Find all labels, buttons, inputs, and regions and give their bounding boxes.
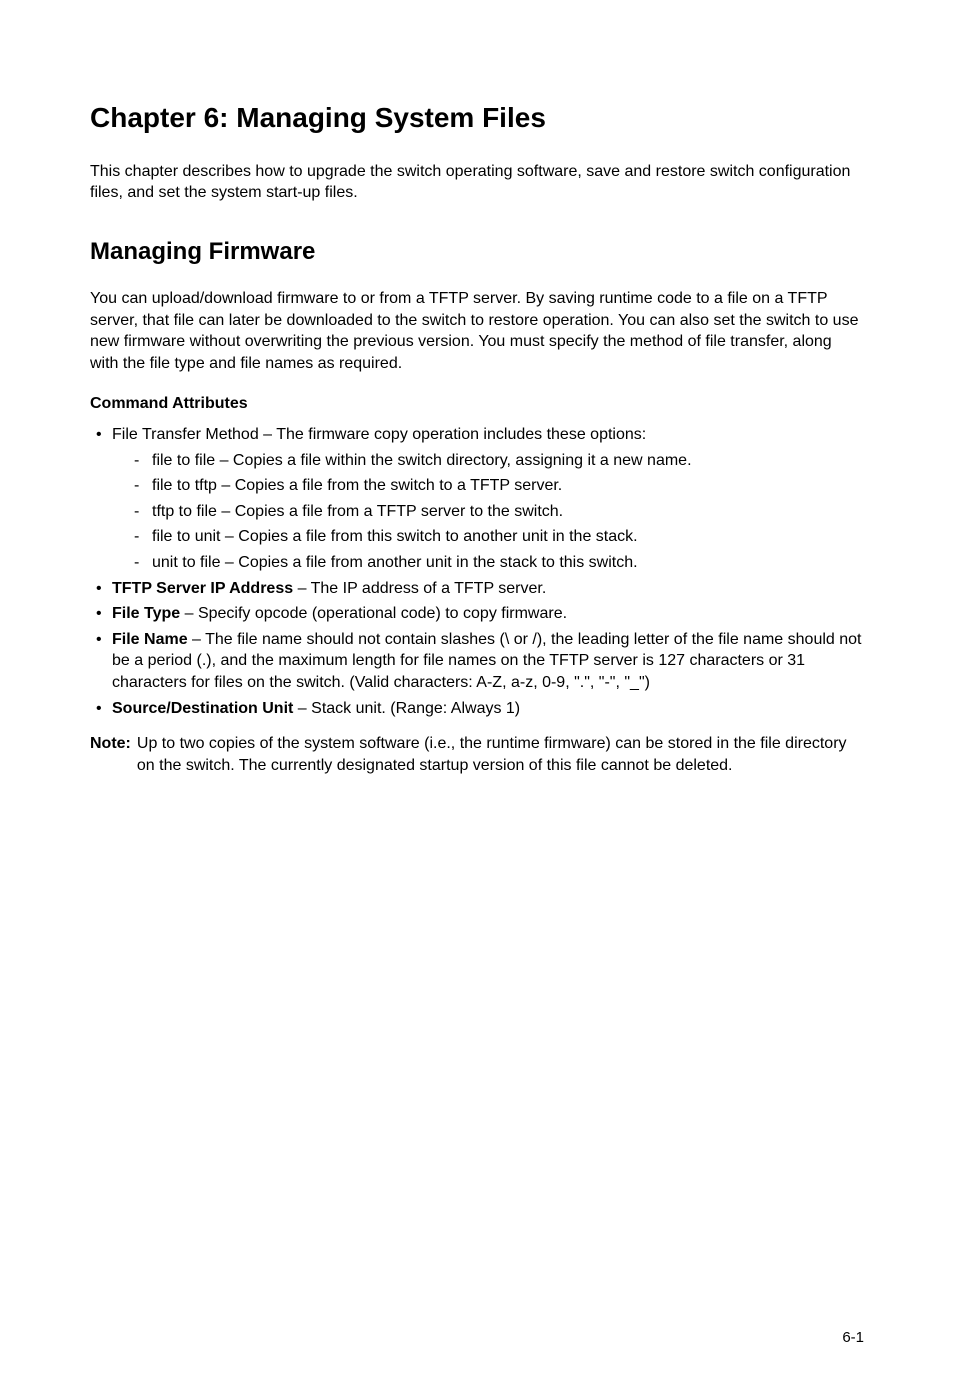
attr-item-bold: File Name [112,631,188,648]
note-text: Up to two copies of the system software … [137,733,864,776]
chapter-title: Chapter 6: Managing System Files [90,99,864,137]
sub-item: tftp to file – Copies a file from a TFTP… [112,501,864,523]
section-title: Managing Firmware [90,236,864,268]
attributes-list: File Transfer Method – The firmware copy… [90,424,864,719]
attr-item-source-dest: Source/Destination Unit – Stack unit. (R… [90,698,864,720]
sub-item: unit to file – Copies a file from anothe… [112,552,864,574]
attr-item-tail: – Stack unit. (Range: Always 1) [293,700,520,717]
attr-item-tail: – Specify opcode (operational code) to c… [180,605,567,622]
attr-item-lead: File Transfer Method – The firmware copy… [112,426,646,443]
attr-item-tail: – The file name should not contain slash… [112,631,861,691]
attr-item-file-type: File Type – Specify opcode (operational … [90,603,864,625]
attr-item-file-transfer: File Transfer Method – The firmware copy… [90,424,864,574]
attr-item-bold: TFTP Server IP Address [112,580,293,597]
chapter-intro: This chapter describes how to upgrade th… [90,161,864,204]
sub-item: file to unit – Copies a file from this s… [112,526,864,548]
page-number: 6-1 [842,1328,864,1348]
attr-item-bold: File Type [112,605,180,622]
attr-item-file-name: File Name – The file name should not con… [90,629,864,694]
note-label: Note: [90,733,137,776]
attributes-heading: Command Attributes [90,393,864,415]
attr-item-bold: Source/Destination Unit [112,700,293,717]
attr-item-tail: – The IP address of a TFTP server. [293,580,546,597]
sub-item: file to tftp – Copies a file from the sw… [112,475,864,497]
section-para: You can upload/download firmware to or f… [90,288,864,374]
attr-item-tftp-server: TFTP Server IP Address – The IP address … [90,578,864,600]
note-block: Note: Up to two copies of the system sof… [90,733,864,776]
file-transfer-sublist: file to file – Copies a file within the … [112,450,864,574]
sub-item: file to file – Copies a file within the … [112,450,864,472]
